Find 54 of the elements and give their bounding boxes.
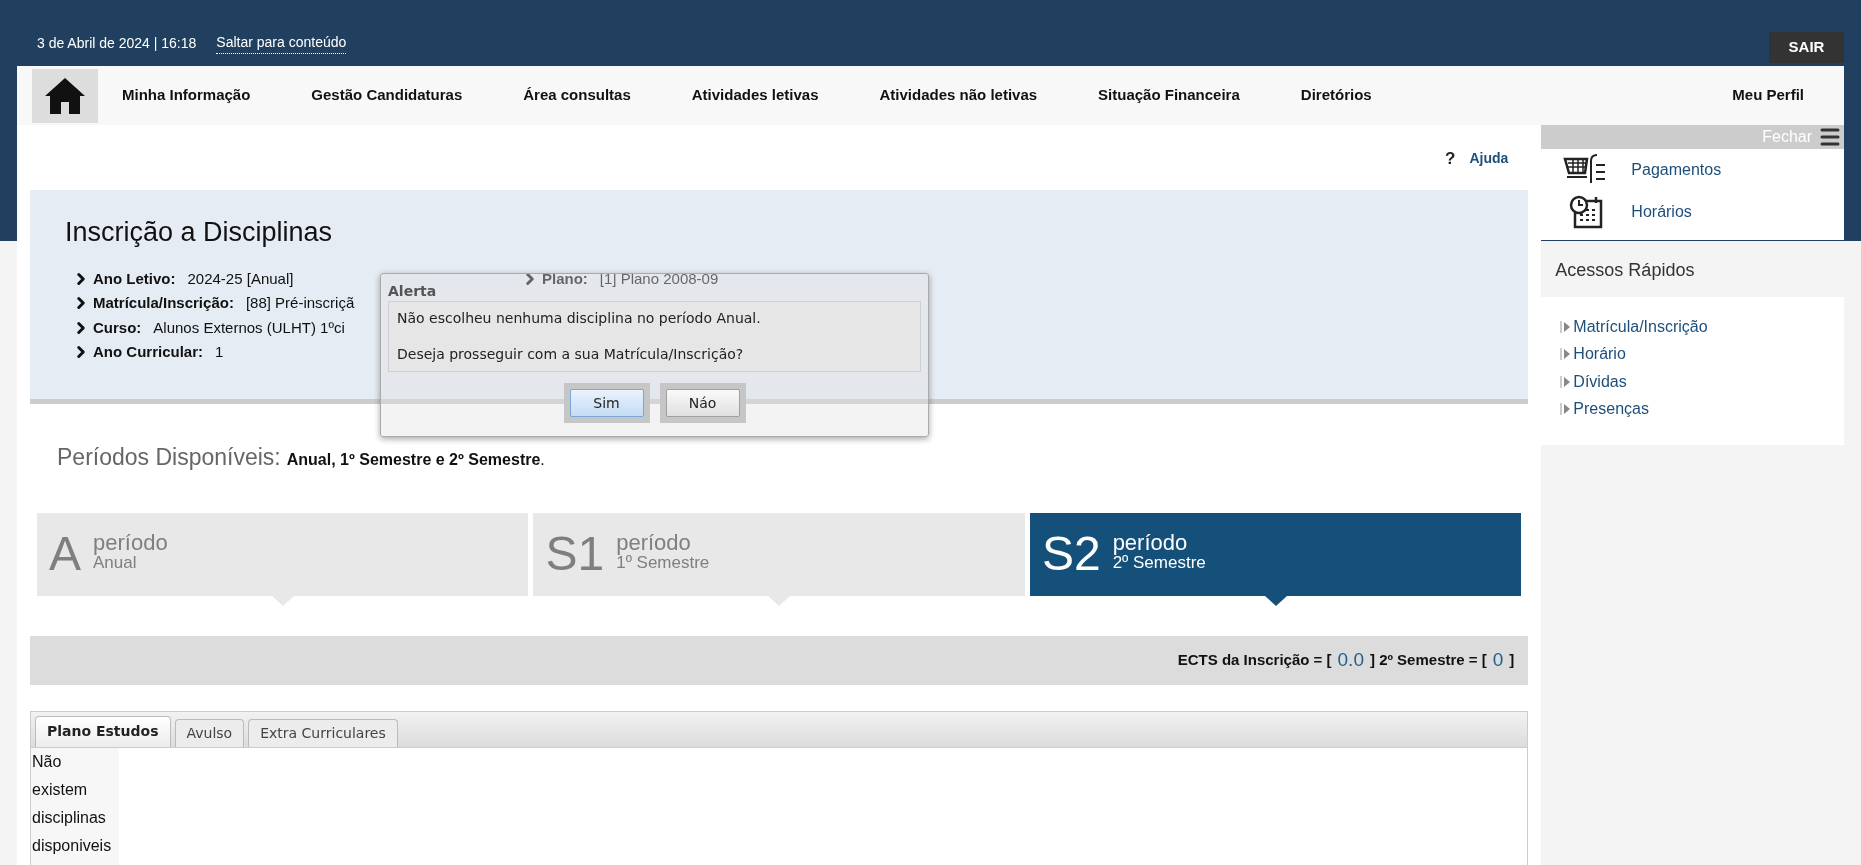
dialog-button[interactable]: Sim	[569, 389, 644, 417]
nav-item[interactable]: Diretórios	[1300, 84, 1372, 107]
dialog-button[interactable]: Náo	[665, 389, 740, 417]
ects-value: 0	[1491, 647, 1505, 672]
home-button[interactable]	[32, 68, 98, 123]
nav-item[interactable]: Atividades letivas	[691, 84, 819, 107]
alert-message: Deseja prosseguir com a sua Matrícula/Inscrição?	[397, 345, 745, 364]
info-value: Alunos Externos (ULHT) 1ºci	[153, 317, 345, 338]
info-label: Curso:	[93, 317, 142, 338]
skip-link[interactable]: Saltar para conteúdo	[216, 32, 347, 54]
info-label: Ano Curricular:	[93, 342, 203, 362]
ects-label: ]	[1509, 649, 1515, 670]
triangle-bullet-icon	[1560, 320, 1572, 333]
tab[interactable]: Plano Estudos	[35, 715, 171, 747]
nav-item[interactable]: Situação Financeira	[1098, 84, 1240, 107]
info-value: 2024-25 [Anual]	[187, 268, 294, 289]
nav-item[interactable]: Minha Informação	[122, 84, 251, 107]
help-icon[interactable]: ?	[1445, 145, 1456, 172]
quick-link[interactable]: Presenças	[1573, 397, 1649, 422]
triangle-bullet-icon	[1560, 403, 1572, 416]
tab[interactable]: Avulso	[174, 718, 245, 747]
shortcut-link[interactable]: Pagamentos	[1631, 158, 1722, 182]
info-value: 1	[215, 342, 224, 362]
triangle-bullet-icon	[1560, 348, 1572, 361]
nav-item[interactable]: Gestão Candidaturas	[311, 84, 463, 107]
help-link[interactable]: Ajuda	[1469, 148, 1509, 169]
nav-item[interactable]: Atividades não letivas	[879, 84, 1038, 107]
quick-link[interactable]: Dívidas	[1573, 369, 1627, 394]
ects-label: ] 2º Semestre = [	[1369, 649, 1487, 670]
ects-value: 0.0	[1336, 647, 1365, 672]
info-label: Matrícula/Inscrição:	[93, 293, 234, 313]
info-label: Plano:	[542, 268, 588, 289]
calendar-clock-icon	[1569, 195, 1604, 229]
alert-title: Alerta	[388, 282, 437, 301]
quick-link[interactable]: Horário	[1573, 342, 1626, 367]
shortcut-link[interactable]: Horários	[1631, 200, 1692, 224]
home-icon	[43, 75, 87, 116]
info-value: [88] Pré-inscriçã	[245, 293, 355, 313]
quick-link[interactable]: Matrícula/Inscrição	[1573, 314, 1708, 339]
profile-link[interactable]: Meu Perfil	[1732, 84, 1804, 107]
ects-label: ECTS da Inscrição = [	[1177, 649, 1332, 670]
periods-heading: Períodos Disponíveis:	[57, 443, 281, 472]
periods-summary: Anual, 1º Semestre e 2º Semestre.	[286, 450, 545, 470]
logout-button[interactable]: SAIR	[1769, 32, 1844, 63]
tab-pointer	[1264, 595, 1287, 606]
tab[interactable]: Extra Curriculares	[248, 718, 398, 747]
nav-item[interactable]: Área consultas	[523, 84, 631, 107]
quick-access-title: Acessos Rápidos	[1555, 258, 1695, 282]
triangle-bullet-icon	[1560, 375, 1572, 388]
empty-message: Não existem disciplinas disponiveis	[31, 751, 113, 856]
date-time: 3 de Abril de 2024 | 16:18	[37, 33, 197, 53]
info-label: Ano Letivo:	[93, 268, 176, 289]
alert-message: Não escolheu nenhuma disciplina no período Anual.	[397, 309, 762, 328]
page-title: Inscrição a Disciplinas	[64, 216, 334, 249]
